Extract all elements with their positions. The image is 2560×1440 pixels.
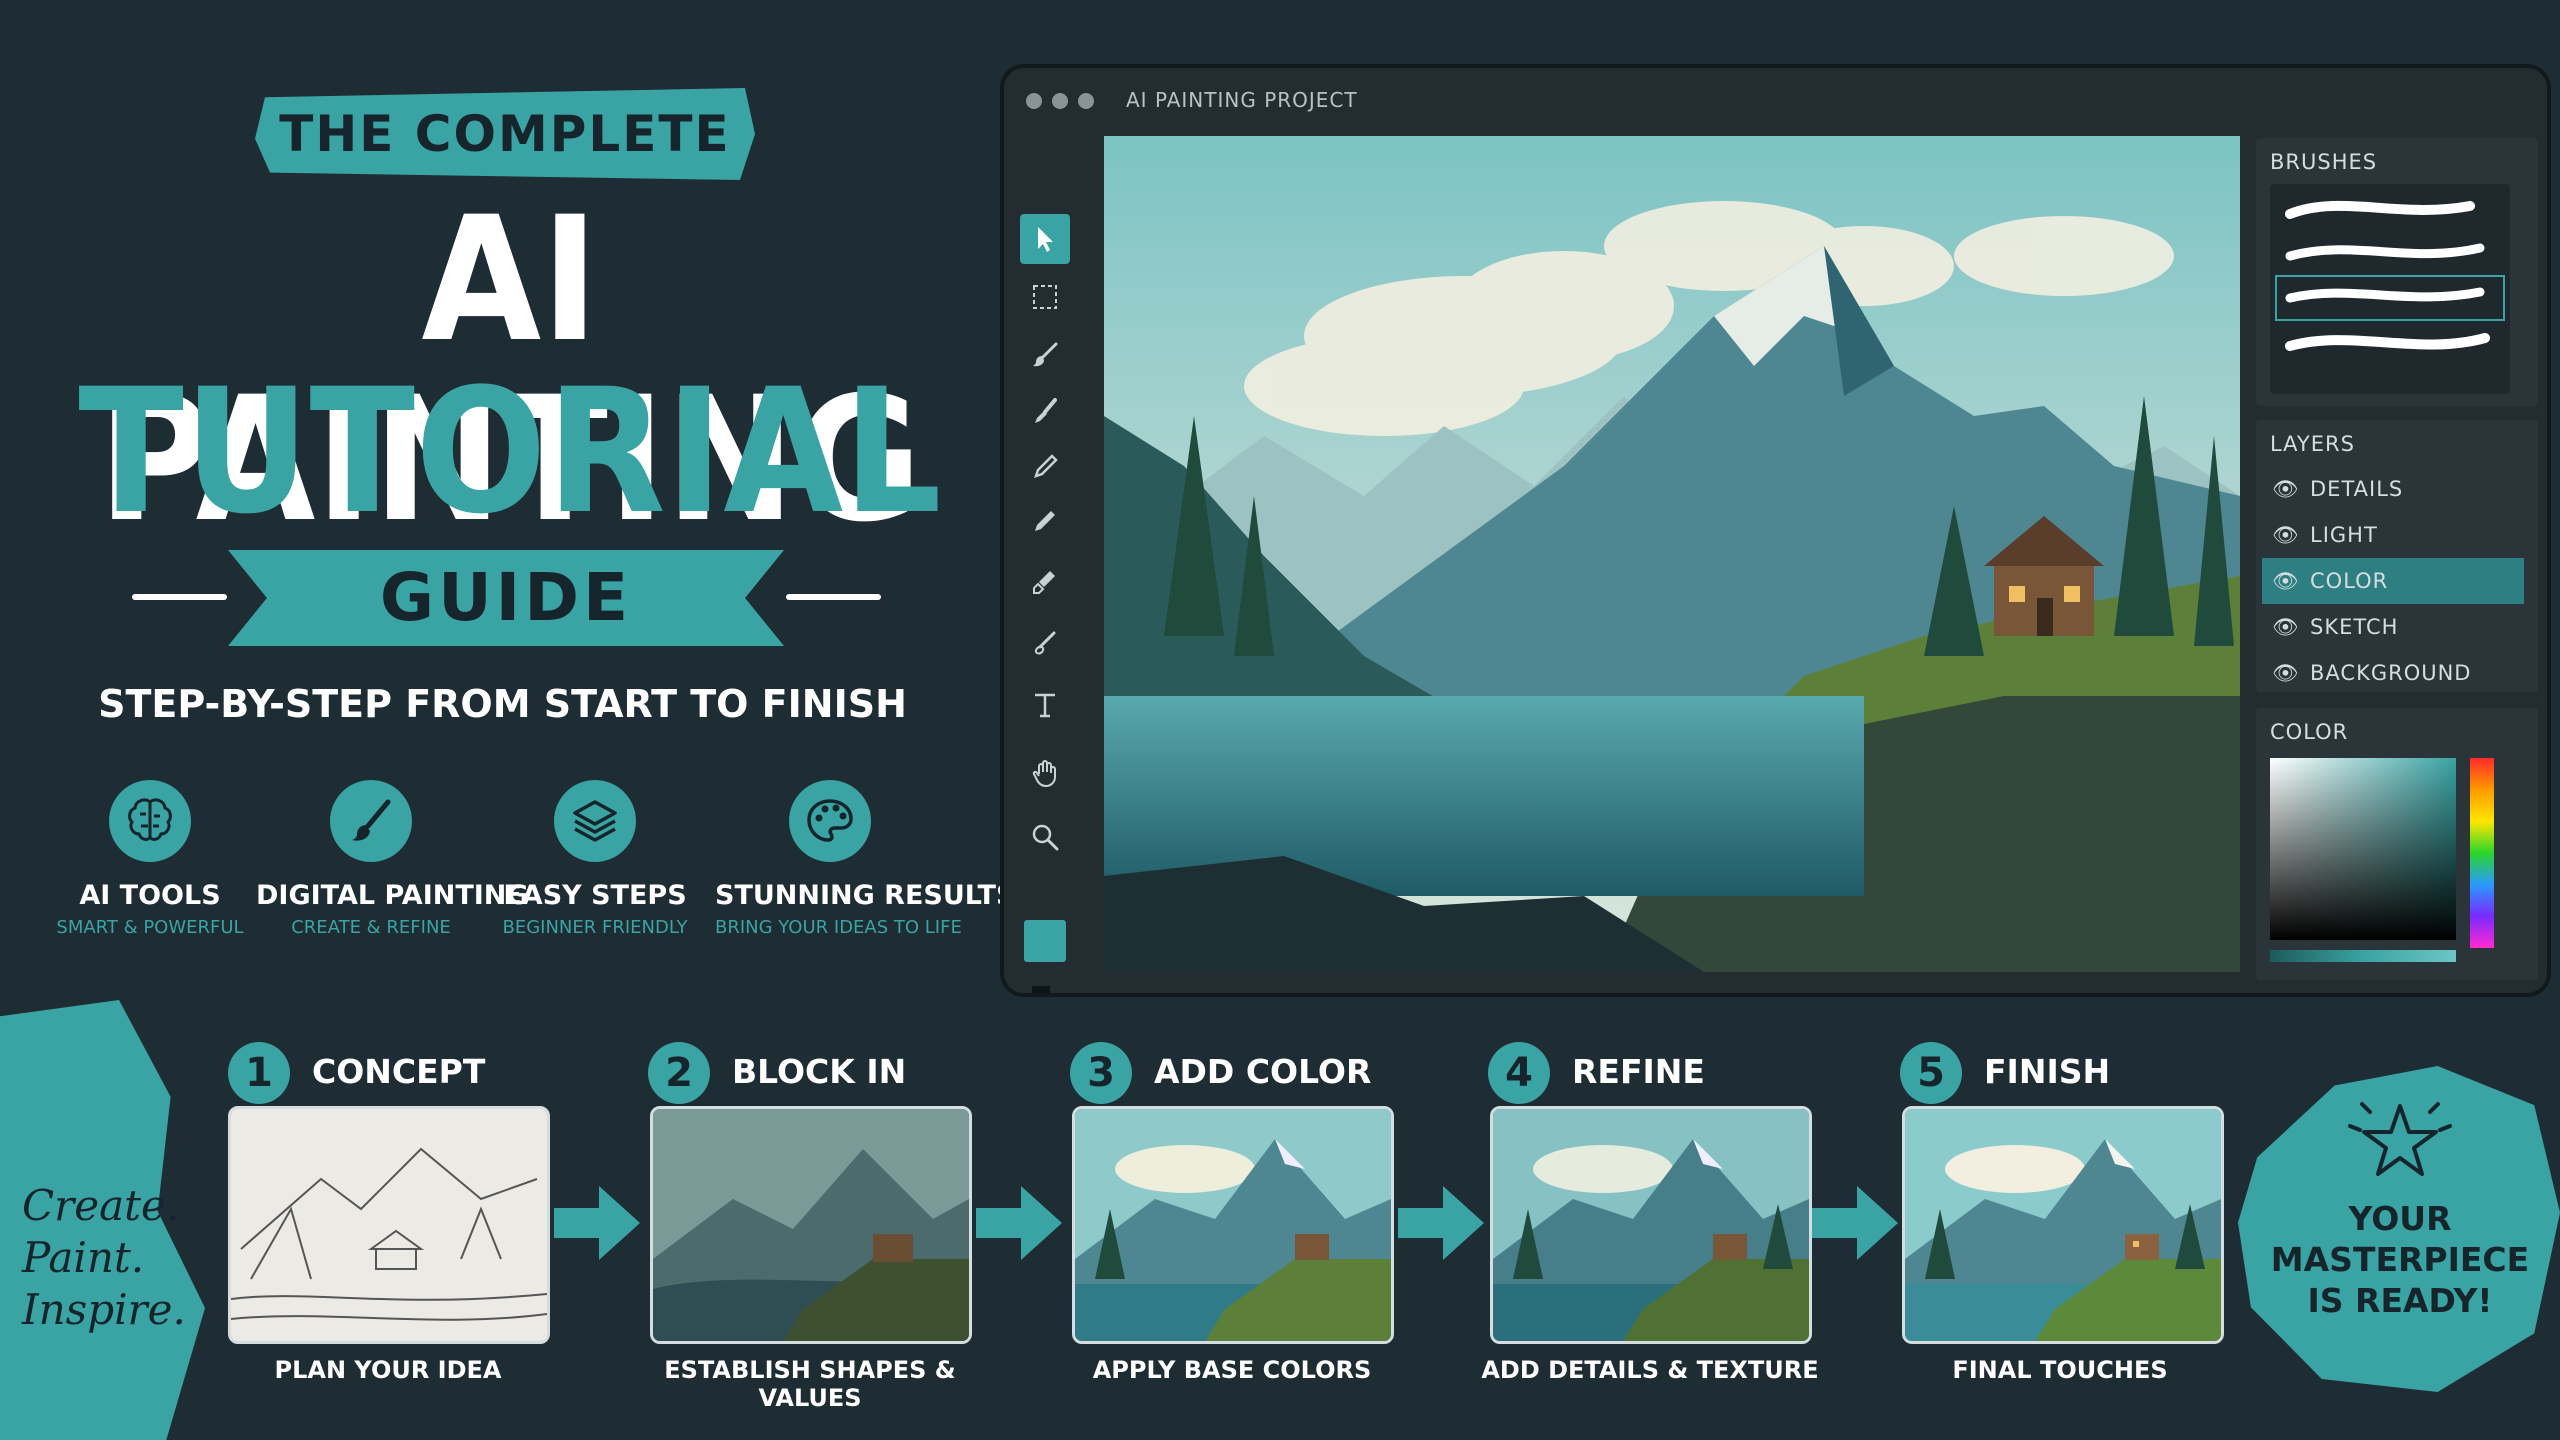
text-tool-icon[interactable] xyxy=(1020,680,1070,730)
smudge-icon[interactable] xyxy=(1020,618,1070,668)
divider-left xyxy=(132,594,227,600)
feature-name: DIGITAL PAINTING xyxy=(256,880,529,911)
slogan-line: Paint. xyxy=(22,1233,145,1282)
masterpiece-line: YOUR xyxy=(2348,1199,2452,1238)
arrow-icon xyxy=(1398,1178,1488,1272)
layer-light[interactable]: 👁 LIGHT xyxy=(2262,512,2524,558)
layers-title: LAYERS xyxy=(2270,432,2355,456)
swap-colors-icon[interactable] xyxy=(1030,984,1064,993)
title-line-2: TUTORIAL xyxy=(78,351,942,552)
color-title: COLOR xyxy=(2270,720,2349,744)
swatch-row[interactable] xyxy=(2270,950,2456,962)
layers-list: 👁 DETAILS 👁 LIGHT 👁 COLOR 👁 SKETCH 👁 BACKGROU… xyxy=(2262,466,2524,696)
feature-name: STUNNING RESULTS xyxy=(715,880,1016,911)
feature-name: AI TOOLS xyxy=(79,880,221,911)
step-label: BLOCK IN xyxy=(732,1052,907,1091)
arrow-icon xyxy=(1812,1178,1902,1272)
step-thumbnail-add-color[interactable] xyxy=(1072,1106,1394,1344)
step-caption: APPLY BASE COLORS xyxy=(1092,1356,1372,1384)
step-thumbnail-refine[interactable] xyxy=(1490,1106,1812,1344)
eye-icon[interactable]: 👁 xyxy=(2262,661,2310,686)
feature-name: EASY STEPS xyxy=(503,880,687,911)
top-ribbon-text: THE COMPLETE xyxy=(279,105,731,163)
brushes-panel: BRUSHES xyxy=(2256,138,2538,406)
step-caption: FINAL TOUCHES xyxy=(1952,1356,2168,1384)
feature-desc: CREATE & REFINE xyxy=(291,917,451,938)
pencil-icon[interactable] xyxy=(1020,496,1070,546)
guide-banner: GUIDE xyxy=(228,550,784,646)
feature-desc: BRING YOUR IDEAS TO LIFE xyxy=(715,917,962,938)
feature-easy-steps: EASY STEPS BEGINNER FRIENDLY xyxy=(480,780,710,938)
step-thumbnail-concept[interactable] xyxy=(228,1106,550,1344)
brush-icon[interactable] xyxy=(1020,330,1070,380)
masterpiece-line: IS READY! xyxy=(2307,1281,2493,1320)
layer-details[interactable]: 👁 DETAILS xyxy=(2262,466,2524,512)
eye-icon[interactable]: 👁 xyxy=(2262,615,2310,640)
palette-icon xyxy=(789,780,871,862)
slogan-line: Create. xyxy=(22,1181,180,1230)
layers-icon xyxy=(554,780,636,862)
primary-color-swatch[interactable] xyxy=(1024,920,1066,962)
window-close-button[interactable] xyxy=(1026,93,1042,109)
brush-presets[interactable] xyxy=(2270,184,2510,394)
marquee-select-icon[interactable] xyxy=(1020,272,1070,322)
feature-desc: BEGINNER FRIENDLY xyxy=(502,917,688,938)
arrow-icon xyxy=(976,1178,1066,1272)
step-label: ADD COLOR xyxy=(1154,1052,1372,1091)
eye-icon[interactable]: 👁 xyxy=(2262,477,2310,502)
color-panel: COLOR xyxy=(2256,708,2538,980)
step-label: REFINE xyxy=(1572,1052,1705,1091)
zoom-icon[interactable] xyxy=(1020,812,1070,862)
masterpiece-message: YOUR MASTERPIECE IS READY! xyxy=(2265,1198,2535,1321)
divider-right xyxy=(786,594,881,600)
window-minimize-button[interactable] xyxy=(1052,93,1068,109)
layer-sketch[interactable]: 👁 SKETCH xyxy=(2262,604,2524,650)
brush-icon xyxy=(330,780,412,862)
title-bar: AI PAINTING PROJECT xyxy=(1004,68,2547,134)
step-thumbnail-block-in[interactable] xyxy=(650,1106,972,1344)
brain-icon xyxy=(109,780,191,862)
step-label: CONCEPT xyxy=(312,1052,486,1091)
eraser-icon[interactable] xyxy=(1020,558,1070,608)
step-caption: ADD DETAILS & TEXTURE xyxy=(1481,1356,1819,1384)
step-label: FINISH xyxy=(1984,1052,2111,1091)
step-number: 3 xyxy=(1070,1042,1132,1104)
pen-icon[interactable] xyxy=(1020,442,1070,492)
hue-slider[interactable] xyxy=(2470,758,2494,948)
eye-icon[interactable]: 👁 xyxy=(2262,523,2310,548)
step-thumbnail-finish[interactable] xyxy=(1902,1106,2224,1344)
masterpiece-line: MASTERPIECE xyxy=(2270,1240,2530,1279)
tool-bar xyxy=(1016,148,1074,993)
feature-desc: SMART & POWERFUL xyxy=(56,917,244,938)
step-caption: ESTABLISH SHAPES & VALUES xyxy=(664,1356,956,1412)
step-number: 2 xyxy=(648,1042,710,1104)
subtitle: STEP-BY-STEP FROM START TO FINISH xyxy=(98,682,907,726)
select-arrow-icon[interactable] xyxy=(1020,214,1070,264)
feature-digital-painting: DIGITAL PAINTING CREATE & REFINE xyxy=(256,780,529,938)
arrow-icon xyxy=(554,1178,644,1272)
brushes-title: BRUSHES xyxy=(2270,150,2378,174)
step-number: 5 xyxy=(1900,1042,1962,1104)
app-window: AI PAINTING PROJECT BRUSHES LAYERS 👁 DET… xyxy=(1000,64,2551,997)
color-picker-field[interactable] xyxy=(2270,758,2456,940)
window-title: AI PAINTING PROJECT xyxy=(1126,88,1358,112)
step-number: 1 xyxy=(228,1042,290,1104)
hand-icon[interactable] xyxy=(1020,748,1070,798)
window-maximize-button[interactable] xyxy=(1078,93,1094,109)
paintbrush-icon[interactable] xyxy=(1020,386,1070,436)
layers-panel: LAYERS 👁 DETAILS 👁 LIGHT 👁 COLOR 👁 SKETCH 👁 B… xyxy=(2256,420,2538,692)
top-ribbon: THE COMPLETE xyxy=(255,88,755,180)
slogan-line: Inspire. xyxy=(22,1285,186,1334)
eye-icon[interactable]: 👁 xyxy=(2262,569,2310,594)
feature-stunning-results: STUNNING RESULTS BRING YOUR IDEAS TO LIF… xyxy=(715,780,1016,938)
layer-color[interactable]: 👁 COLOR xyxy=(2262,558,2524,604)
step-number: 4 xyxy=(1488,1042,1550,1104)
guide-text: GUIDE xyxy=(379,559,633,636)
layer-background[interactable]: 👁 BACKGROUND xyxy=(2262,650,2524,696)
star-icon xyxy=(2342,1096,2458,1190)
slogan: Create. Paint. Inspire. xyxy=(22,1180,186,1336)
feature-ai-tools: AI TOOLS SMART & POWERFUL xyxy=(35,780,265,938)
step-caption: PLAN YOUR IDEA xyxy=(274,1356,502,1384)
canvas-painting[interactable] xyxy=(1104,136,2240,972)
